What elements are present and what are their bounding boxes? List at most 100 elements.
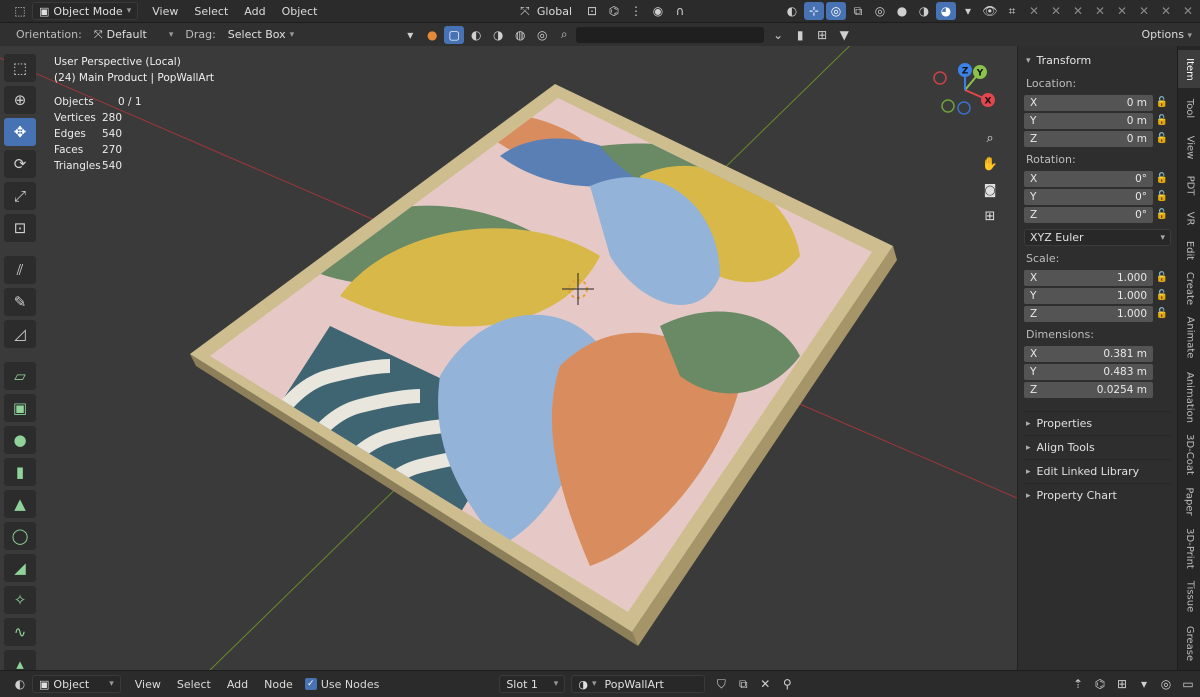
camera-icon[interactable]: ◙: [977, 179, 1003, 201]
bookmark-icon[interactable]: ▮: [790, 26, 810, 44]
select-mode-icon[interactable]: ◍: [510, 26, 530, 44]
chevron-down-icon[interactable]: ⌄: [768, 26, 788, 44]
select-mode-icon[interactable]: ◎: [532, 26, 552, 44]
rotation-z-field[interactable]: Z 0°: [1024, 206, 1153, 223]
parent-node-tree-icon[interactable]: ⇡: [1068, 675, 1088, 693]
color-sphere-icon[interactable]: ●: [422, 26, 442, 44]
scale-tool-icon[interactable]: ⤢: [4, 182, 36, 210]
tab-paper[interactable]: Paper: [1178, 482, 1200, 520]
select-mode-icon[interactable]: ◐: [466, 26, 486, 44]
menu-object[interactable]: Object: [282, 5, 318, 18]
shading-wireframe-icon[interactable]: ◎: [870, 2, 890, 20]
add-plane-icon[interactable]: ▱: [4, 362, 36, 390]
select-tool-icon[interactable]: ⬚: [4, 54, 36, 82]
chevron-down-icon[interactable]: ▾: [400, 26, 420, 44]
measure-tool-icon[interactable]: ◿: [4, 320, 36, 348]
pin-icon[interactable]: ⚲: [777, 675, 797, 693]
transform-panel-header[interactable]: ▾ Transform: [1026, 54, 1171, 67]
menu-add[interactable]: Add: [227, 678, 248, 691]
location-z-field[interactable]: Z 0 m: [1024, 130, 1153, 147]
select-mode-icon[interactable]: ▢: [444, 25, 465, 44]
tab-3d-coat[interactable]: 3D-Coat: [1178, 430, 1200, 478]
slot-dropdown[interactable]: Slot 1 ▾: [499, 675, 566, 693]
location-y-field[interactable]: Y 0 m: [1024, 112, 1153, 129]
add-torus-icon[interactable]: ◯: [4, 522, 36, 550]
add-cylinder-icon[interactable]: ▮: [4, 458, 36, 486]
x-toggle-icon[interactable]: ✕: [1024, 2, 1044, 20]
lock-icon[interactable]: 🔓: [1153, 115, 1171, 126]
options-dropdown[interactable]: Options ▾: [1142, 28, 1192, 41]
close-icon[interactable]: ✕: [755, 675, 775, 693]
shading-rendered-icon[interactable]: ◕: [936, 2, 956, 20]
location-x-field[interactable]: X 0 m: [1024, 94, 1153, 111]
overlay-toggle-icon[interactable]: ◎: [826, 2, 846, 20]
filter-icon[interactable]: ▼: [834, 26, 854, 44]
shading-solid-icon[interactable]: ●: [892, 2, 912, 20]
snap-mode-icon[interactable]: ⊞: [1112, 675, 1132, 693]
shading-material-icon[interactable]: ◑: [914, 2, 934, 20]
navigation-gizmo[interactable]: X Y Z: [930, 60, 1000, 120]
select-mode-icon[interactable]: ◑: [488, 26, 508, 44]
tab-item[interactable]: Item: [1178, 50, 1200, 88]
lock-icon[interactable]: 🔓: [1153, 290, 1171, 301]
dimensions-y-field[interactable]: Y 0.483 m: [1024, 363, 1153, 380]
falloff-icon[interactable]: ∩: [670, 2, 690, 20]
duplicate-icon[interactable]: ⧉: [733, 675, 753, 693]
dimensions-z-field[interactable]: Z 0.0254 m: [1024, 381, 1153, 398]
3d-viewport[interactable]: ⬚ ⊕ ✥ ⟳ ⤢ ⊡ ⫽ ✎ ◿ ▱ ▣ ● ▮ ▲ ◯ ◢ ✧ ∿ ▴ Us…: [0, 46, 1017, 670]
lock-icon[interactable]: 🔓: [1153, 97, 1171, 108]
tab-tool[interactable]: Tool: [1178, 90, 1200, 126]
add-curve-icon[interactable]: ∿: [4, 618, 36, 646]
snap-icon[interactable]: ⌬: [1090, 675, 1110, 693]
proportional-edit-icon[interactable]: ◉: [648, 2, 668, 20]
restrict-icon[interactable]: ⌗: [1002, 2, 1022, 20]
scale-z-field[interactable]: Z 1.000: [1024, 305, 1153, 322]
menu-view[interactable]: View: [135, 678, 161, 691]
lock-icon[interactable]: 🔓: [1153, 209, 1171, 220]
x-toggle-icon[interactable]: ✕: [1156, 2, 1176, 20]
menu-add[interactable]: Add: [244, 5, 265, 18]
xray-icon[interactable]: ⧉: [848, 2, 868, 20]
menu-select[interactable]: Select: [177, 678, 211, 691]
object-type-dropdown[interactable]: ▣ Object ▾: [32, 675, 121, 693]
panel-property-chart[interactable]: ▸ Property Chart: [1024, 483, 1171, 507]
add-light-icon[interactable]: ▴: [4, 650, 36, 670]
use-nodes-checkbox[interactable]: ✓ Use Nodes: [304, 678, 379, 691]
rotate-tool-icon[interactable]: ⟳: [4, 150, 36, 178]
tab-edit[interactable]: Edit: [1178, 234, 1200, 266]
panel-align-tools[interactable]: ▸ Align Tools: [1024, 435, 1171, 459]
rotation-mode-dropdown[interactable]: XYZ Euler ▾: [1024, 229, 1171, 246]
cursor-tool-icon[interactable]: ⊕: [4, 86, 36, 114]
x-toggle-icon[interactable]: ✕: [1046, 2, 1066, 20]
editor-type-icon[interactable]: ⬚: [10, 2, 30, 20]
lock-icon[interactable]: 🔓: [1153, 191, 1171, 202]
panel-properties[interactable]: ▸ Properties: [1024, 411, 1171, 435]
add-cube-icon[interactable]: ▣: [4, 394, 36, 422]
tab-3d-print[interactable]: 3D-Print: [1178, 524, 1200, 572]
pan-hand-icon[interactable]: ✋: [977, 153, 1003, 175]
grid-perspective-icon[interactable]: ⊞: [977, 205, 1003, 227]
annotate-tool-icon[interactable]: ⫽: [4, 256, 36, 284]
tab-view[interactable]: View: [1178, 128, 1200, 166]
rotation-y-field[interactable]: Y 0°: [1024, 188, 1153, 205]
mode-dropdown[interactable]: ▣ Object Mode ▾: [32, 2, 139, 20]
x-toggle-icon[interactable]: ✕: [1112, 2, 1132, 20]
lock-icon[interactable]: 🔓: [1153, 173, 1171, 184]
tab-pdt[interactable]: PDT: [1178, 168, 1200, 202]
scale-x-field[interactable]: X 1.000: [1024, 269, 1153, 286]
x-toggle-icon[interactable]: ✕: [1068, 2, 1088, 20]
eye-icon[interactable]: 👁: [980, 2, 1000, 20]
scale-y-field[interactable]: Y 1.000: [1024, 287, 1153, 304]
chevron-down-icon[interactable]: ▾: [1134, 675, 1154, 693]
menu-node[interactable]: Node: [264, 678, 293, 691]
snap-icon[interactable]: ⌬: [604, 2, 624, 20]
overlay-icon[interactable]: ◎: [1156, 675, 1176, 693]
x-toggle-icon[interactable]: ✕: [1134, 2, 1154, 20]
rotation-x-field[interactable]: X 0°: [1024, 170, 1153, 187]
panel-edit-linked-library[interactable]: ▸ Edit Linked Library: [1024, 459, 1171, 483]
tab-vr[interactable]: VR: [1178, 204, 1200, 232]
backdrop-icon[interactable]: ▭: [1178, 675, 1198, 693]
lock-icon[interactable]: 🔓: [1153, 308, 1171, 319]
menu-view[interactable]: View: [152, 5, 178, 18]
drag-dropdown[interactable]: Select Box ▾: [222, 26, 300, 44]
